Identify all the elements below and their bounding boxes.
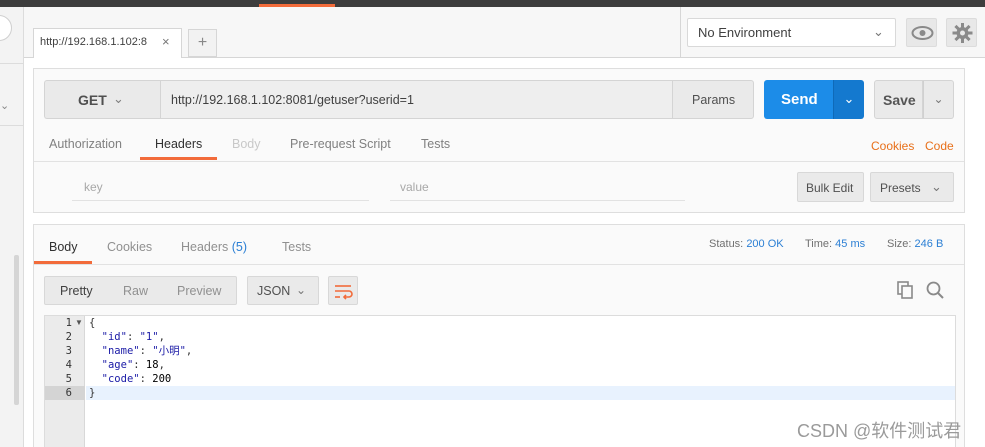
- search-icon[interactable]: [925, 280, 945, 303]
- code-line: "name": "小明",: [101, 345, 193, 357]
- title-bar: [0, 0, 985, 7]
- sidebar-divider: [0, 63, 24, 64]
- tab-divider: [34, 264, 964, 265]
- language-label: JSON: [257, 284, 291, 298]
- watermark: CSDN @软件测试君: [797, 421, 962, 441]
- line-number: 4: [65, 359, 72, 371]
- response-size: Size: 246 B: [887, 238, 943, 250]
- code-line: "code": 200: [101, 373, 172, 385]
- request-tab-label: http://192.168.1.102:8: [40, 36, 148, 48]
- json-key: "id": [101, 331, 127, 343]
- chevron-down-icon[interactable]: ⌄: [0, 99, 9, 112]
- sidebar-scrollbar[interactable]: [14, 255, 19, 405]
- tab-tests[interactable]: Tests: [421, 137, 450, 151]
- eye-icon[interactable]: [906, 18, 937, 47]
- json-brace-open: {: [89, 317, 96, 329]
- code-line: }: [89, 386, 95, 400]
- tab-authorization[interactable]: Authorization: [49, 137, 122, 151]
- chevron-down-icon: ⌄: [113, 91, 124, 106]
- tab-pre-request-script[interactable]: Pre-request Script: [290, 137, 391, 151]
- send-dropdown-button[interactable]: ⌄: [833, 80, 864, 119]
- json-key: "age": [101, 359, 134, 371]
- new-tab-button[interactable]: +: [188, 29, 217, 57]
- code-line: {: [89, 316, 95, 330]
- response-tab-headers[interactable]: Headers (5): [181, 240, 247, 254]
- time-value: 45 ms: [835, 238, 866, 250]
- wrap-icon: [335, 285, 353, 300]
- json-key: "name": [101, 345, 140, 357]
- environment-selected-label: No Environment: [698, 25, 792, 40]
- close-icon[interactable]: ×: [162, 34, 170, 49]
- code-link[interactable]: Code: [925, 139, 954, 153]
- status-value: 200 OK: [746, 238, 784, 250]
- json-value: "小明": [152, 345, 186, 357]
- size-value: 246 B: [914, 238, 944, 250]
- header-key-placeholder: key: [84, 180, 103, 194]
- line-number: 6: [65, 387, 72, 399]
- header-value-input[interactable]: [390, 174, 685, 201]
- line-number: 1: [65, 317, 72, 329]
- response-tab-cookies[interactable]: Cookies: [107, 240, 152, 254]
- json-brace-close: }: [89, 387, 96, 399]
- active-tab-indicator: [140, 157, 217, 160]
- json-key: "code": [101, 373, 140, 385]
- format-raw-button[interactable]: Raw: [123, 284, 148, 298]
- bulk-edit-label: Bulk Edit: [806, 181, 854, 195]
- json-value: 200: [152, 373, 172, 385]
- wrap-lines-button[interactable]: [328, 276, 358, 305]
- response-tab-tests[interactable]: Tests: [282, 240, 311, 254]
- size-label: Size:: [887, 238, 912, 250]
- url-value: http://192.168.1.102:8081/getuser?userid…: [171, 93, 414, 107]
- chevron-down-icon: ⌄: [873, 24, 884, 39]
- tab-body[interactable]: Body: [232, 137, 261, 151]
- save-label: Save: [883, 92, 916, 108]
- cookies-link[interactable]: Cookies: [871, 139, 914, 153]
- sidebar: [0, 7, 24, 447]
- active-line-highlight: [86, 386, 955, 400]
- tab-headers[interactable]: Headers: [155, 137, 202, 151]
- response-time: Time: 45 ms: [805, 238, 865, 250]
- params-label: Params: [692, 93, 736, 107]
- sidebar-divider: [0, 125, 24, 126]
- copy-icon[interactable]: [895, 280, 915, 303]
- method-label: GET: [78, 92, 107, 108]
- line-number: 2: [65, 331, 72, 343]
- response-tab-body[interactable]: Body: [49, 240, 78, 254]
- tab-divider: [34, 161, 964, 162]
- format-preview-button[interactable]: Preview: [177, 284, 221, 298]
- line-number: 3: [65, 345, 72, 357]
- status-label: Status:: [709, 238, 744, 250]
- json-value: 18: [145, 359, 159, 371]
- chevron-down-icon: ⌄: [931, 179, 942, 194]
- chevron-down-icon: ⌄: [296, 283, 307, 297]
- code-line: "id": "1",: [101, 331, 165, 343]
- header-key-input[interactable]: [72, 174, 369, 201]
- presets-label: Presets: [880, 181, 921, 195]
- header-value-placeholder: value: [400, 180, 429, 194]
- code-line: "age": 18,: [101, 359, 165, 371]
- json-value: "1": [139, 331, 159, 343]
- line-number: 5: [65, 373, 72, 385]
- save-dropdown-button[interactable]: ⌄: [923, 80, 954, 119]
- send-label: Send: [781, 91, 818, 108]
- gear-icon[interactable]: [946, 18, 977, 47]
- format-pretty-button[interactable]: Pretty: [60, 284, 93, 298]
- fold-arrow-icon[interactable]: ▼: [75, 318, 83, 327]
- response-headers-count: (5): [231, 240, 248, 254]
- time-label: Time:: [805, 238, 833, 250]
- response-tab-headers-label: Headers: [181, 240, 229, 254]
- response-status: Status: 200 OK: [709, 238, 784, 250]
